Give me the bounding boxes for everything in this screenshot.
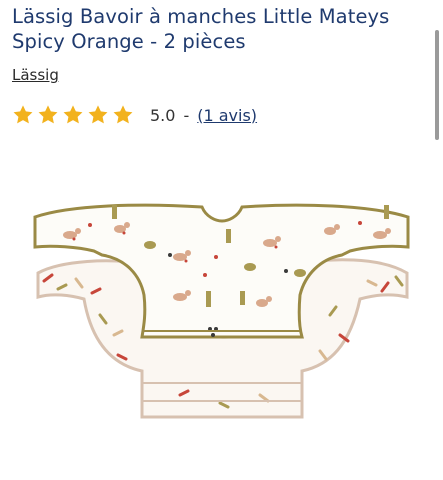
- rating-stars: [12, 104, 137, 126]
- rating-value: 5.0: [150, 105, 176, 125]
- star-icon: [87, 104, 109, 126]
- scrollbar[interactable]: [435, 30, 439, 140]
- star-icon: [62, 104, 84, 126]
- reviews-link[interactable]: (1 avis): [197, 106, 257, 125]
- star-icon: [37, 104, 59, 126]
- product-image[interactable]: [30, 195, 415, 420]
- bib-illustration: [33, 203, 410, 419]
- star-icon: [112, 104, 134, 126]
- rating-row: 5.0 - (1 avis): [12, 104, 257, 126]
- rating-separator: -: [183, 105, 190, 125]
- product-title: Lässig Bavoir à manches Little Mateys Sp…: [12, 5, 390, 53]
- brand-link[interactable]: Lässig: [12, 66, 59, 84]
- star-icon: [12, 104, 34, 126]
